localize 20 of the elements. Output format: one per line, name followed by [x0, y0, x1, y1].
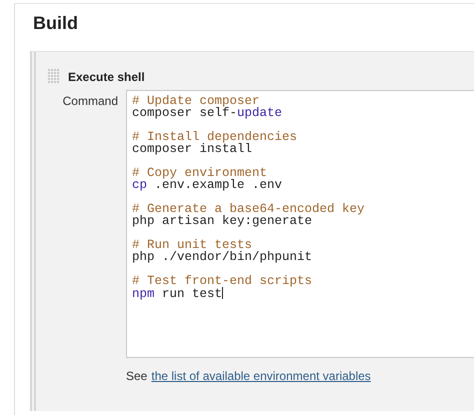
code-line: npm run test — [132, 287, 224, 300]
code-line: php ./vendor/bin/phpunit — [132, 251, 312, 263]
code-line: # Run unit tests — [132, 239, 252, 251]
section-title: Build — [32, 12, 79, 35]
code-line: composer install — [132, 143, 252, 155]
code-line: # Generate a base64-encoded key — [132, 203, 365, 215]
text-cursor — [222, 287, 224, 299]
step-title: Execute shell — [68, 70, 145, 84]
environment-variables-link[interactable]: the list of available environment variables — [151, 369, 371, 383]
help-text: See — [126, 369, 148, 383]
code-line: # Install dependencies — [132, 131, 298, 143]
code-line: # Update composer — [132, 95, 260, 107]
code-line: # Test front-end scripts — [132, 275, 312, 287]
command-field[interactable] — [126, 90, 474, 358]
field-label: Command — [62, 93, 119, 110]
code-line: cp .env.example .env — [132, 179, 282, 191]
code-line: # Copy environment — [132, 167, 268, 179]
drag-handle-icon[interactable] — [48, 68, 60, 84]
code-line: composer self-update — [132, 107, 282, 119]
code-line: php artisan key:generate — [132, 215, 312, 227]
